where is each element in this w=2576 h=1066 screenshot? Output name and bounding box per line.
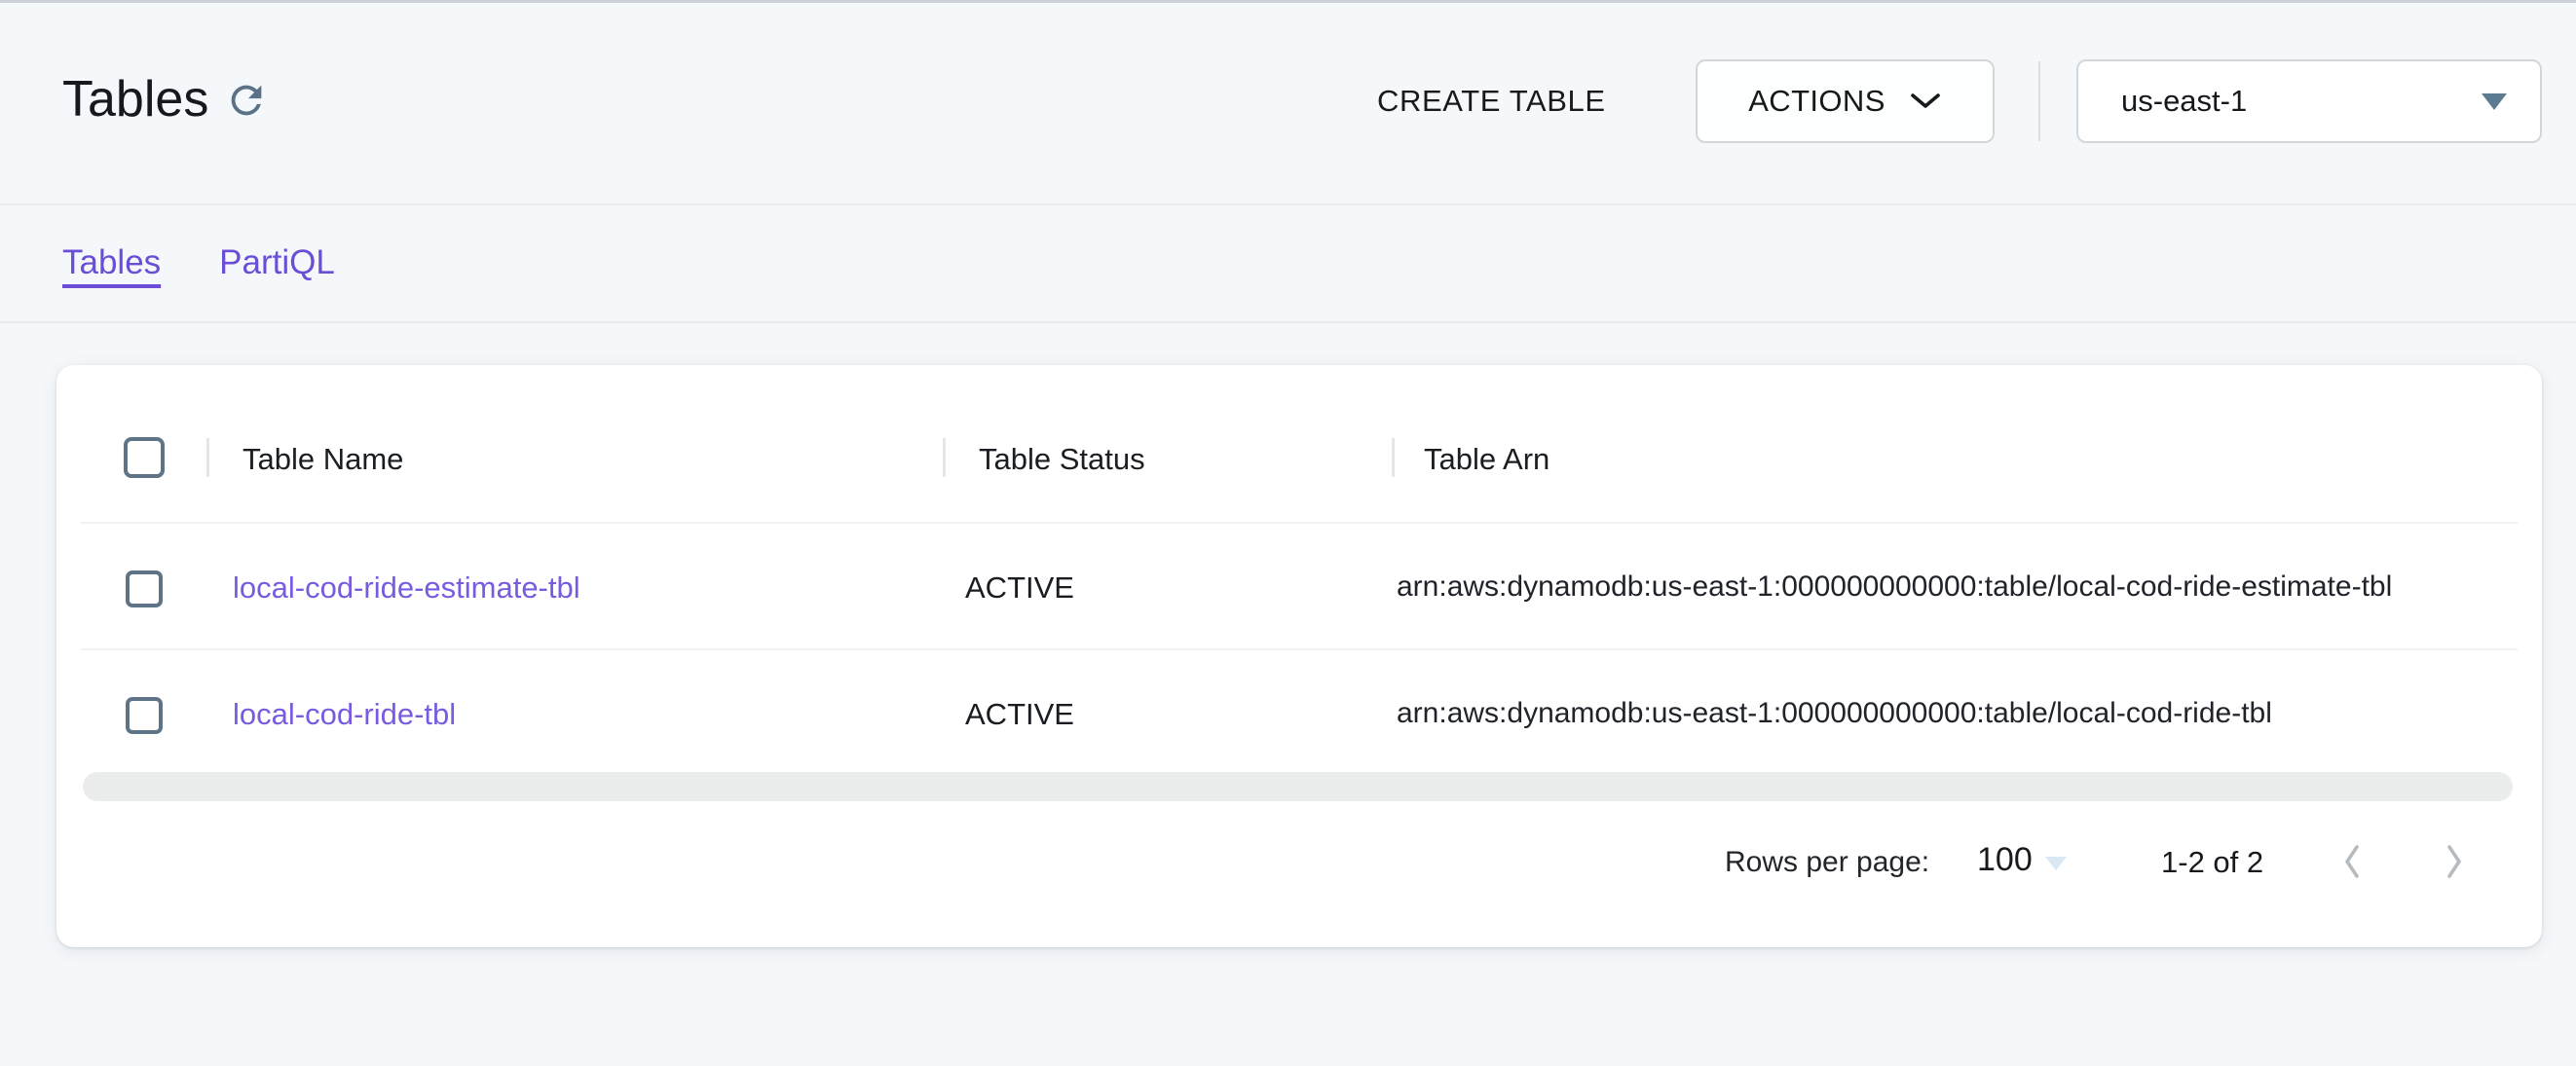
- table-name-link[interactable]: local-cod-ride-tbl: [233, 697, 456, 732]
- tabs-bottom-divider: [0, 321, 2576, 323]
- header-divider: [2038, 61, 2040, 141]
- column-header-table-status: Table Status: [979, 442, 1145, 477]
- header-bottom-divider: [0, 203, 2576, 205]
- horizontal-scrollbar[interactable]: [83, 772, 2513, 801]
- table-name-link[interactable]: local-cod-ride-estimate-tbl: [233, 570, 580, 606]
- create-table-button[interactable]: CREATE TABLE: [1377, 84, 1606, 119]
- previous-page-button[interactable]: [2339, 840, 2365, 883]
- row-divider: [81, 648, 2518, 650]
- pagination-range-label: 1-2 of 2: [2161, 845, 2263, 880]
- rows-per-page-label: Rows per page:: [1725, 846, 1929, 879]
- column-header-table-arn: Table Arn: [1424, 442, 1549, 477]
- table-arn-cell: arn:aws:dynamodb:us-east-1:000000000000:…: [1397, 697, 2272, 730]
- tab-partiql[interactable]: PartiQL: [219, 243, 335, 282]
- chevron-left-icon: [2339, 840, 2365, 883]
- table-status-cell: ACTIVE: [965, 697, 1074, 732]
- refresh-icon: [224, 78, 269, 123]
- row-checkbox[interactable]: [126, 697, 163, 734]
- region-select[interactable]: us-east-1: [2076, 59, 2542, 143]
- actions-button[interactable]: ACTIONS: [1696, 59, 1995, 143]
- column-separator: [943, 438, 946, 477]
- chevron-right-icon: [2442, 840, 2467, 883]
- dynamodb-tables-page: Tables CREATE TABLE ACTIONS us-east-1 Ta…: [0, 0, 2576, 1066]
- select-all-checkbox[interactable]: [124, 437, 165, 478]
- row-checkbox[interactable]: [126, 570, 163, 607]
- column-header-table-name: Table Name: [243, 442, 403, 477]
- chevron-down-icon: [1909, 92, 1942, 111]
- tab-bar: Tables PartiQL: [62, 205, 335, 320]
- top-border-line: [0, 0, 2576, 3]
- tables-card: Table Name Table Status Table Arn local-…: [56, 365, 2542, 947]
- rows-per-page-arrow-icon[interactable]: [2045, 857, 2067, 870]
- table-status-cell: ACTIVE: [965, 570, 1074, 606]
- refresh-button[interactable]: [222, 77, 271, 126]
- page-title: Tables: [62, 70, 208, 129]
- tab-tables[interactable]: Tables: [62, 243, 161, 282]
- rows-per-page-select[interactable]: 100: [1977, 841, 2033, 879]
- region-select-value: us-east-1: [2121, 84, 2247, 119]
- table-arn-cell: arn:aws:dynamodb:us-east-1:000000000000:…: [1397, 570, 2392, 604]
- row-divider: [81, 522, 2518, 524]
- actions-button-label: ACTIONS: [1748, 84, 1885, 119]
- column-separator: [1392, 438, 1395, 477]
- next-page-button[interactable]: [2442, 840, 2467, 883]
- column-separator: [206, 438, 209, 477]
- dropdown-arrow-icon: [2482, 93, 2507, 110]
